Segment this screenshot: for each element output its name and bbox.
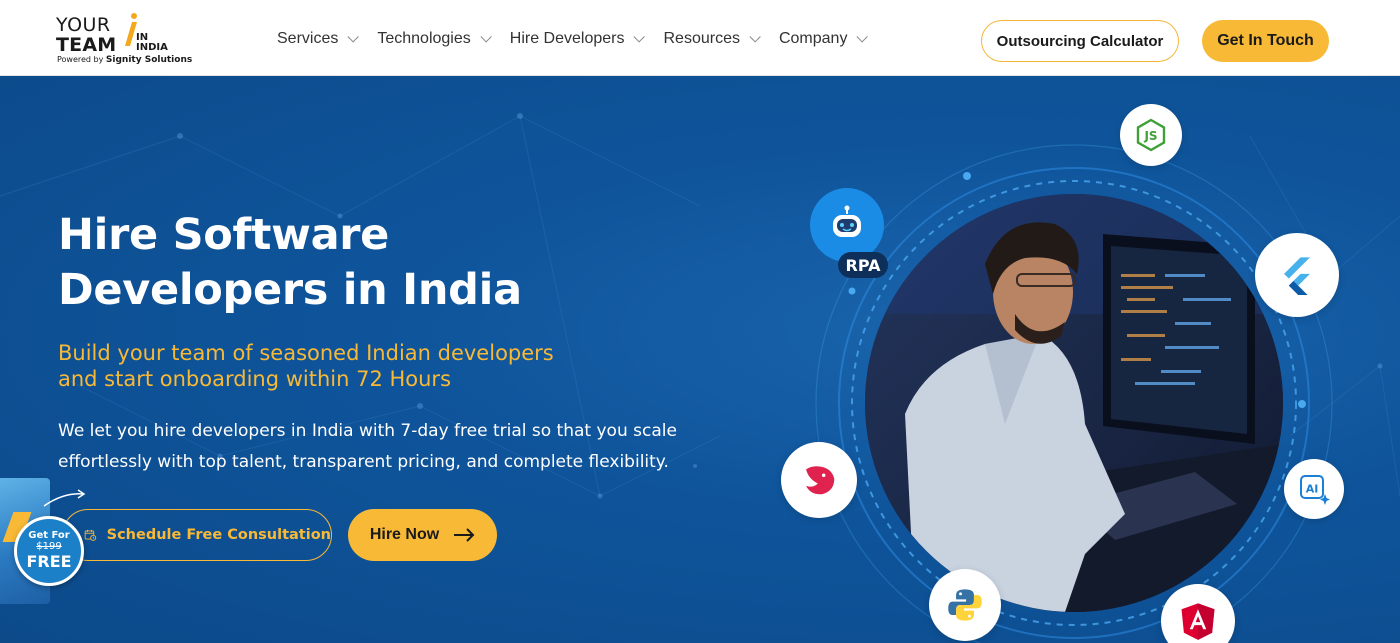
schedule-consultation-button[interactable]: Schedule Free Consultation [62,509,332,561]
nav-label: Technologies [377,30,471,47]
nodejs-text: JS [1143,129,1157,143]
powered-prefix: Powered by [57,55,104,64]
hire-now-button[interactable]: Hire Now [348,509,497,561]
logo[interactable]: YOUR TEAM IN INDIA Powered by Signity So… [54,12,192,68]
hero-title-line2: Developers in India [58,265,522,315]
hero-title: Hire Software Developers in India [58,208,618,318]
promo-get-for: Get For [28,530,70,541]
nav-label: Hire Developers [509,30,625,47]
nestjs-badge [781,442,857,518]
nodejs-icon: JS [1136,118,1166,152]
nav-item-technologies[interactable]: Technologies [377,28,492,50]
chevron-down-icon [856,31,869,43]
rpa-label: RPA [838,252,888,278]
hero-subtitle: Build your team of seasoned Indian devel… [58,340,618,392]
rpa-bot-badge [810,188,884,262]
curved-arrow-icon [43,489,86,507]
get-in-touch-button[interactable]: Get In Touch [1202,20,1329,62]
hero-section: Hire Software Developers in India Build … [0,76,1400,643]
flutter-icon [1284,257,1310,295]
outsourcing-calculator-button[interactable]: Outsourcing Calculator [981,20,1179,62]
logo-text-team: TEAM [56,34,117,56]
powered-company: Signity Solutions [105,55,193,65]
hero-subtitle-line1: Build your team of seasoned Indian devel… [58,341,554,365]
angular-icon [1181,603,1215,640]
schedule-consultation-label: Schedule Free Consultation [106,527,331,543]
nav-item-resources[interactable]: Resources [663,28,761,50]
chevron-down-icon [480,31,492,43]
logo-powered-by: Powered by Signity Solutions [57,55,192,65]
nav-label: Services [277,30,339,47]
nav-label: Company [778,30,848,47]
nav-item-services[interactable]: Services [277,28,360,50]
ai-text: AI [1306,483,1319,496]
logo-text-your: YOUR [56,14,111,36]
developer-photo [865,194,1283,612]
logo-mark-icon [125,13,137,46]
arrow-right-icon [454,528,475,542]
python-badge [929,569,1001,641]
ai-icon: AI [1300,475,1330,505]
nav-label: Resources [663,30,740,47]
promo-badge[interactable]: Get For $199 FREE [14,516,84,586]
main-nav: Services Technologies Hire Developers Re… [277,28,869,50]
nodejs-badge: JS [1120,104,1182,166]
chevron-down-icon [347,31,360,43]
flutter-badge [1255,233,1339,317]
chevron-down-icon [749,31,761,43]
hero-description-line1: We let you hire developers in India with… [58,421,677,441]
hero-visual: JS RPA AI [770,104,1390,643]
free-guide-promo[interactable]: Get For $199 FREE [0,474,90,614]
chevron-down-icon [633,31,646,43]
promo-free: FREE [26,552,72,571]
hero-description: We let you hire developers in India with… [58,416,677,478]
site-header: YOUR TEAM IN INDIA Powered by Signity So… [0,0,1400,76]
robot-icon [833,205,861,237]
hero-title-line1: Hire Software [58,210,390,260]
hero-subtitle-line2: and start onboarding within 72 Hours [58,367,452,391]
nav-item-hire-developers[interactable]: Hire Developers [509,28,646,50]
ai-badge: AI [1284,459,1344,519]
hire-now-label: Hire Now [369,526,440,543]
logo-text-india: INDIA [136,42,168,53]
nestjs-icon [806,466,835,495]
python-icon [948,589,982,621]
hero-description-line2: effortlessly with top talent, transparen… [58,452,669,472]
nav-item-company[interactable]: Company [778,28,869,50]
